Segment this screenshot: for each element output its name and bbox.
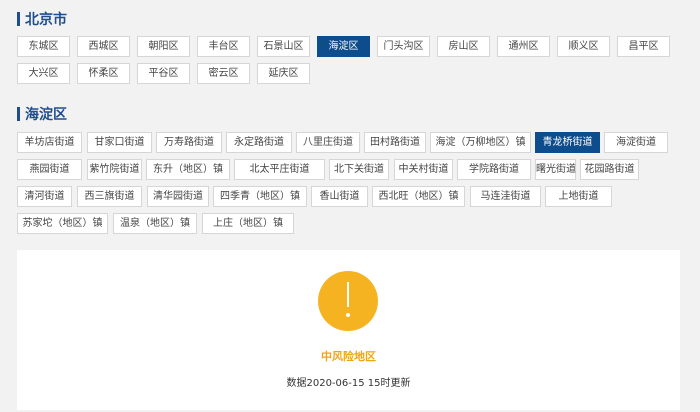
street-chip[interactable]: 八里庄街道 — [296, 132, 360, 153]
street-chip[interactable]: 四季青（地区）镇 — [213, 186, 307, 207]
street-chip[interactable]: 燕园街道 — [17, 159, 82, 180]
street-chip[interactable]: 青龙桥街道 — [535, 132, 600, 153]
city-title-text: 北京市 — [25, 12, 67, 28]
street-chip[interactable]: 西三旗街道 — [77, 186, 142, 207]
district-chip[interactable]: 密云区 — [197, 63, 250, 84]
street-chip[interactable]: 马连洼街道 — [470, 186, 541, 207]
street-chip[interactable]: 田村路街道 — [364, 132, 426, 153]
street-chip[interactable]: 上庄（地区）镇 — [202, 213, 294, 234]
city-section-title: 北京市 — [17, 9, 67, 29]
district-chip[interactable]: 顺义区 — [557, 36, 610, 57]
street-chip[interactable]: 曙光街道 — [535, 159, 576, 180]
street-chip[interactable]: 东升（地区）镇 — [146, 159, 230, 180]
street-chip[interactable]: 清河街道 — [17, 186, 72, 207]
district-chip[interactable]: 大兴区 — [17, 63, 70, 84]
district-chip[interactable]: 朝阳区 — [137, 36, 190, 57]
title-accent-bar — [17, 107, 20, 121]
district-chip[interactable]: 海淀区 — [317, 36, 370, 57]
district-chip[interactable]: 怀柔区 — [77, 63, 130, 84]
street-chip[interactable]: 香山街道 — [311, 186, 368, 207]
street-chip[interactable]: 西北旺（地区）镇 — [372, 186, 465, 207]
street-chip[interactable]: 北太平庄街道 — [234, 159, 325, 180]
district-chip[interactable]: 西城区 — [77, 36, 130, 57]
street-chip[interactable]: 紫竹院街道 — [87, 159, 142, 180]
street-chip[interactable]: 花园路街道 — [580, 159, 639, 180]
exclamation-icon — [318, 271, 378, 331]
street-chip-list: 羊坊店街道 甘家口街道 万寿路街道 永定路街道 八里庄街道 田村路街道 海淀（万柳地区）镇青… — [17, 132, 680, 242]
street-chip[interactable]: 苏家坨（地区）镇 — [17, 213, 108, 234]
district-chip[interactable]: 东城区 — [17, 36, 70, 57]
district-chip-list: 东城区 西城区 朝阳区 丰台区 石景山区 海淀区 门头沟区 房山区 通州区 顺义区 昌平区大兴区 怀柔… — [17, 36, 680, 96]
risk-result-panel: 中风险地区 数据2020-06-15 15时更新 — [17, 250, 680, 410]
street-chip[interactable]: 海淀街道 — [604, 132, 668, 153]
street-chip[interactable]: 北下关街道 — [329, 159, 389, 180]
district-title-text: 海淀区 — [25, 107, 67, 123]
risk-level-label: 中风险地区 — [321, 350, 376, 363]
exclamation-dot — [346, 313, 350, 317]
title-accent-bar — [17, 12, 20, 26]
district-chip[interactable]: 延庆区 — [257, 63, 310, 84]
district-chip[interactable]: 通州区 — [497, 36, 550, 57]
district-chip[interactable]: 石景山区 — [257, 36, 310, 57]
update-note: 数据2020-06-15 15时更新 — [286, 378, 411, 389]
street-chip[interactable]: 上地街道 — [545, 186, 612, 207]
district-chip[interactable]: 房山区 — [437, 36, 490, 57]
district-section-title: 海淀区 — [17, 104, 67, 124]
district-chip[interactable]: 丰台区 — [197, 36, 250, 57]
street-chip[interactable]: 羊坊店街道 — [17, 132, 82, 153]
street-chip[interactable]: 中关村街道 — [394, 159, 453, 180]
street-chip[interactable]: 温泉（地区）镇 — [113, 213, 197, 234]
district-chip[interactable]: 昌平区 — [617, 36, 670, 57]
street-chip[interactable]: 清华园街道 — [147, 186, 209, 207]
street-chip[interactable]: 永定路街道 — [226, 132, 292, 153]
street-chip[interactable]: 万寿路街道 — [156, 132, 222, 153]
street-chip[interactable]: 海淀（万柳地区）镇 — [430, 132, 531, 153]
district-chip[interactable]: 门头沟区 — [377, 36, 430, 57]
street-chip[interactable]: 甘家口街道 — [87, 132, 152, 153]
district-chip[interactable]: 平谷区 — [137, 63, 190, 84]
exclamation-stroke — [347, 282, 349, 307]
street-chip[interactable]: 学院路街道 — [457, 159, 531, 180]
